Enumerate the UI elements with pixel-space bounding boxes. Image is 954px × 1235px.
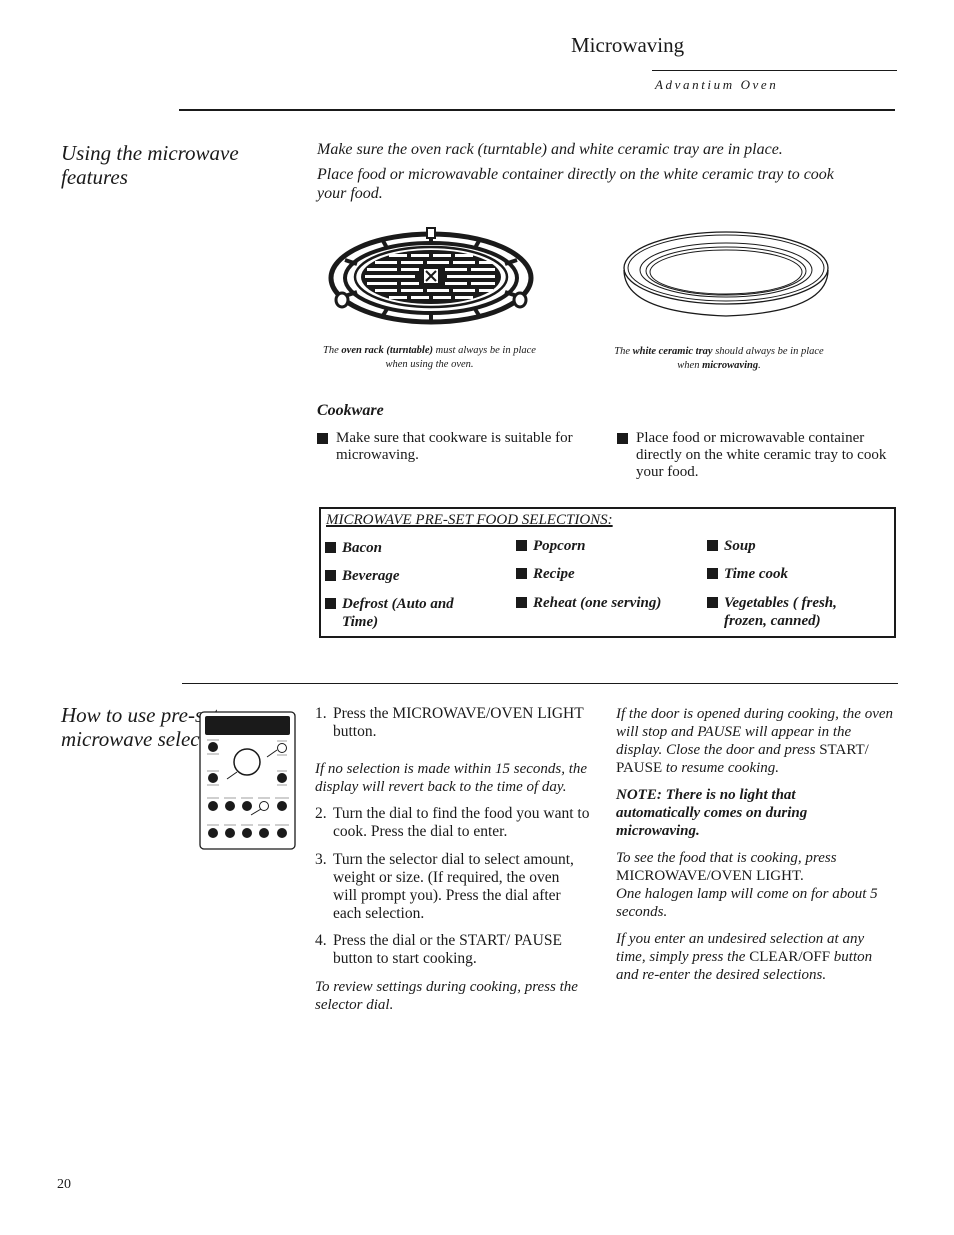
start-pause-button-label: START/ PAUSE [459, 932, 562, 949]
step-number: 3. [315, 851, 327, 868]
caption-bold: white ceramic tray [632, 346, 713, 357]
page-header-title: Microwaving [571, 33, 685, 57]
preset-label: Popcorn [533, 538, 586, 554]
page-header-subtitle: Advantium Oven [655, 77, 779, 92]
preset-item: Beverage [325, 567, 505, 585]
note-text: to resume cooking. [662, 760, 780, 776]
step-3: 3. Turn the selector dial to select amou… [315, 851, 578, 923]
square-bullet-icon [516, 568, 527, 579]
step-text: Press the [333, 705, 393, 722]
cookware-bullet: Make sure that cookware is suitable for … [317, 430, 587, 464]
section-divider-middle [182, 683, 898, 684]
control-panel-icon [199, 711, 296, 850]
step-number: 4. [315, 932, 327, 949]
square-bullet-icon [317, 433, 328, 444]
review-settings-note: To review settings during cooking, press… [315, 979, 578, 1013]
section-divider-top [179, 109, 895, 111]
step-text: Press the dial or the [333, 932, 460, 949]
cookware-heading: Cookware [317, 402, 384, 419]
step-4: 4. Press the dial or the START/ PAUSE bu… [315, 932, 598, 968]
see-food-note: To see the food that is cooking, press M… [616, 849, 886, 921]
preset-item: Recipe [516, 565, 696, 583]
caption-bold: microwaving [702, 360, 759, 371]
preset-label: Reheat (one serving) [533, 595, 662, 611]
preset-label: Vegetables ( fresh, frozen, canned) [724, 595, 837, 629]
clear-selection-note: If you enter an undesired selection at a… [616, 930, 896, 984]
caption-text: The [614, 346, 633, 357]
preset-item: Soup [707, 537, 887, 555]
door-open-note: If the door is opened during cooking, th… [616, 705, 896, 777]
square-bullet-icon [617, 433, 628, 444]
preset-item: Reheat (one serving) [516, 594, 696, 612]
step-text: button. [333, 723, 377, 740]
step-text: Turn the dial to find the food you want … [333, 805, 590, 840]
preset-selections-box: MICROWAVE PRE-SET FOOD SELECTIONS: Bacon… [319, 507, 896, 638]
preset-label: Recipe [533, 566, 575, 582]
cookware-bullet: Place food or microwavable container dir… [617, 430, 895, 481]
square-bullet-icon [516, 540, 527, 551]
intro-line: Place food or microwavable container dir… [317, 166, 834, 202]
square-bullet-icon [707, 597, 718, 608]
preset-item: Bacon [325, 539, 505, 557]
preset-label: Soup [724, 538, 756, 554]
intro-line: Make sure the oven rack (turntable) and … [317, 141, 783, 158]
square-bullet-icon [325, 570, 336, 581]
step-number: 1. [315, 705, 327, 722]
square-bullet-icon [325, 598, 336, 609]
steps-column: 1. Press the MICROWAVE/OVEN LIGHT button… [315, 705, 600, 1014]
no-light-note: NOTE: There is no light that automatical… [616, 787, 808, 839]
preset-item: Popcorn [516, 537, 696, 555]
step-1: 1. Press the MICROWAVE/OVEN LIGHT button… [315, 705, 600, 741]
microwave-oven-light-button-label: MICROWAVE/OVEN LIGHT [392, 705, 584, 722]
oven-rack-icon [328, 227, 534, 325]
preset-item: Vegetables ( fresh, frozen, canned) [707, 594, 867, 630]
notes-column: If the door is opened during cooking, th… [616, 705, 896, 984]
intro-text: Make sure the oven rack (turntable) and … [317, 140, 877, 209]
preset-item: Time cook [707, 565, 887, 583]
ceramic-tray-icon [623, 231, 829, 317]
note-text: One halogen lamp will come on for about … [616, 886, 878, 920]
bullet-text: Place food or microwavable container dir… [636, 430, 887, 480]
caption-text: . [758, 360, 761, 371]
preset-selections-title: MICROWAVE PRE-SET FOOD SELECTIONS: [326, 512, 613, 528]
section-title-using-microwave: Using the microwave features [61, 141, 239, 189]
square-bullet-icon [325, 542, 336, 553]
step-number: 2. [315, 805, 327, 822]
clear-off-button-label: CLEAR/OFF [749, 949, 831, 965]
square-bullet-icon [707, 568, 718, 579]
header-divider [652, 70, 897, 71]
preset-label: Defrost (Auto and Time) [342, 596, 454, 630]
note-text: To see the food that is cooking, press [616, 850, 837, 866]
preset-label: Beverage [342, 568, 400, 584]
preset-label: Time cook [724, 566, 789, 582]
step-2: 2. Turn the dial to find the food you wa… [315, 805, 598, 841]
caption-text: The [323, 345, 342, 356]
step-text: Turn the selector dial to select amount,… [333, 851, 574, 922]
step-text: button to start cooking. [333, 950, 477, 967]
square-bullet-icon [516, 597, 527, 608]
preset-item: Defrost (Auto and Time) [325, 595, 485, 631]
microwave-oven-light-button-label: MICROWAVE/OVEN LIGHT. [616, 868, 804, 884]
square-bullet-icon [707, 540, 718, 551]
bullet-text: Make sure that cookware is suitable for … [336, 430, 573, 463]
selection-timeout-note: If no selection is made within 15 second… [315, 761, 588, 795]
oven-rack-caption: The oven rack (turntable) must always be… [312, 344, 547, 372]
caption-bold: oven rack (turntable) [341, 345, 433, 356]
preset-label: Bacon [342, 540, 383, 556]
page-number: 20 [57, 1177, 71, 1192]
ceramic-tray-caption: The white ceramic tray should always be … [604, 345, 834, 373]
